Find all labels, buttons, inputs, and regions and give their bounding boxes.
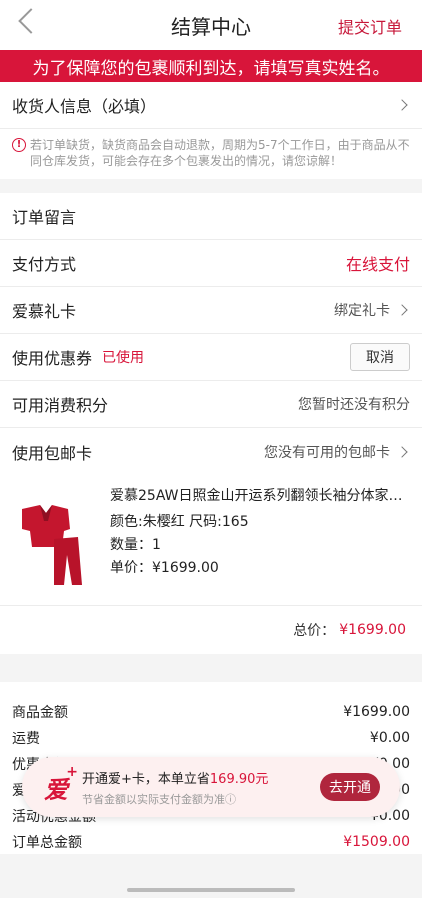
warning-icon: !: [12, 138, 26, 152]
summary-row: 运费 ¥0.00: [12, 726, 410, 750]
order-message-label: 订单留言: [12, 208, 77, 227]
points-value: 您暂时还没有积分: [298, 397, 410, 413]
chevron-right-icon: [396, 445, 408, 458]
product-item[interactable]: 爱慕25AW日照金山开运系列翻领长袖分体家居服套装 颜色:朱樱红 尺码:165 …: [0, 475, 422, 606]
coupon-label: 使用优惠券: [12, 349, 93, 368]
promo-save-amount: 169.90元: [209, 771, 269, 787]
product-color-size: 颜色:朱樱红 尺码:165: [110, 514, 249, 530]
aiplus-logo: 爱 +: [44, 763, 78, 804]
bind-gift-card-link[interactable]: 绑定礼卡: [334, 300, 390, 320]
nav-header: 结算中心 提交订单: [0, 0, 422, 50]
shipping-card-row[interactable]: 使用包邮卡 您没有可用的包邮卡: [0, 428, 422, 475]
back-chevron-icon[interactable]: [18, 8, 44, 34]
stock-notice-text: 若订单缺货，缺货商品会自动退款，周期为5-7个工作日，由于商品从不同仓库发货，可…: [30, 138, 410, 168]
coupon-row[interactable]: 使用优惠券 已使用 取消: [0, 334, 422, 381]
summary-row: 商品金额 ¥1699.00: [12, 700, 410, 724]
coupon-status: 已使用: [102, 350, 145, 366]
summary-label: 运费: [12, 731, 40, 747]
summary-row: 订单总金额 ¥1509.00: [12, 830, 410, 854]
summary-value: ¥0.00: [369, 730, 410, 746]
receiver-info-label: 收货人信息（必填）: [12, 97, 157, 116]
product-thumbnail: [12, 499, 94, 589]
page-title: 结算中心: [171, 14, 251, 39]
product-unit-price: 单价：¥1699.00: [110, 560, 219, 576]
cancel-coupon-button[interactable]: 取消: [350, 343, 410, 371]
open-aiplus-button[interactable]: 去开通: [320, 773, 380, 801]
stock-notice: ! 若订单缺货，缺货商品会自动退款，周期为5-7个工作日，由于商品从不同仓库发货…: [0, 129, 422, 179]
chevron-right-icon: [396, 99, 408, 111]
total-label: 总价：: [293, 623, 336, 639]
points-label: 可用消费积分: [12, 396, 109, 415]
gift-card-label: 爱慕礼卡: [12, 302, 77, 321]
product-name: 爱慕25AW日照金山开运系列翻领长袖分体家居服套装: [110, 488, 404, 504]
payment-method-value: 在线支付: [345, 255, 410, 274]
summary-value: ¥1699.00: [343, 704, 410, 720]
real-name-banner: 为了保障您的包裹顺利到达，请填写真实姓名。: [0, 50, 422, 82]
shipping-card-value: 您没有可用的包邮卡: [264, 444, 390, 461]
order-message-row[interactable]: 订单留言: [0, 193, 422, 240]
home-indicator[interactable]: [127, 888, 295, 892]
promo-note: 节省金额以实际支付金额为准ⓘ: [82, 792, 236, 806]
summary-label: 订单总金额: [12, 835, 82, 851]
receiver-info-row[interactable]: 收货人信息（必填）: [0, 82, 422, 129]
promo-headline: 开通爱+卡，本单立省169.90元: [82, 771, 269, 787]
product-quantity: 数量：1: [110, 537, 161, 553]
chevron-right-icon: [396, 304, 408, 316]
shipping-card-label: 使用包邮卡: [12, 443, 93, 463]
summary-value: ¥1509.00: [343, 834, 410, 850]
gift-card-row[interactable]: 爱慕礼卡 绑定礼卡: [0, 287, 422, 334]
total-amount: ¥1699.00: [339, 622, 406, 638]
payment-method-label: 支付方式: [12, 255, 77, 274]
payment-method-row[interactable]: 支付方式 在线支付: [0, 240, 422, 287]
submit-order-link[interactable]: 提交订单: [338, 14, 402, 38]
aiplus-promo-bar[interactable]: 爱 + 开通爱+卡，本单立省169.90元 节省金额以实际支付金额为准ⓘ 去开通: [22, 757, 400, 817]
points-row[interactable]: 可用消费积分 您暂时还没有积分: [0, 381, 422, 428]
summary-label: 商品金额: [12, 705, 68, 721]
order-total-row: 总价： ¥1699.00: [0, 606, 422, 654]
